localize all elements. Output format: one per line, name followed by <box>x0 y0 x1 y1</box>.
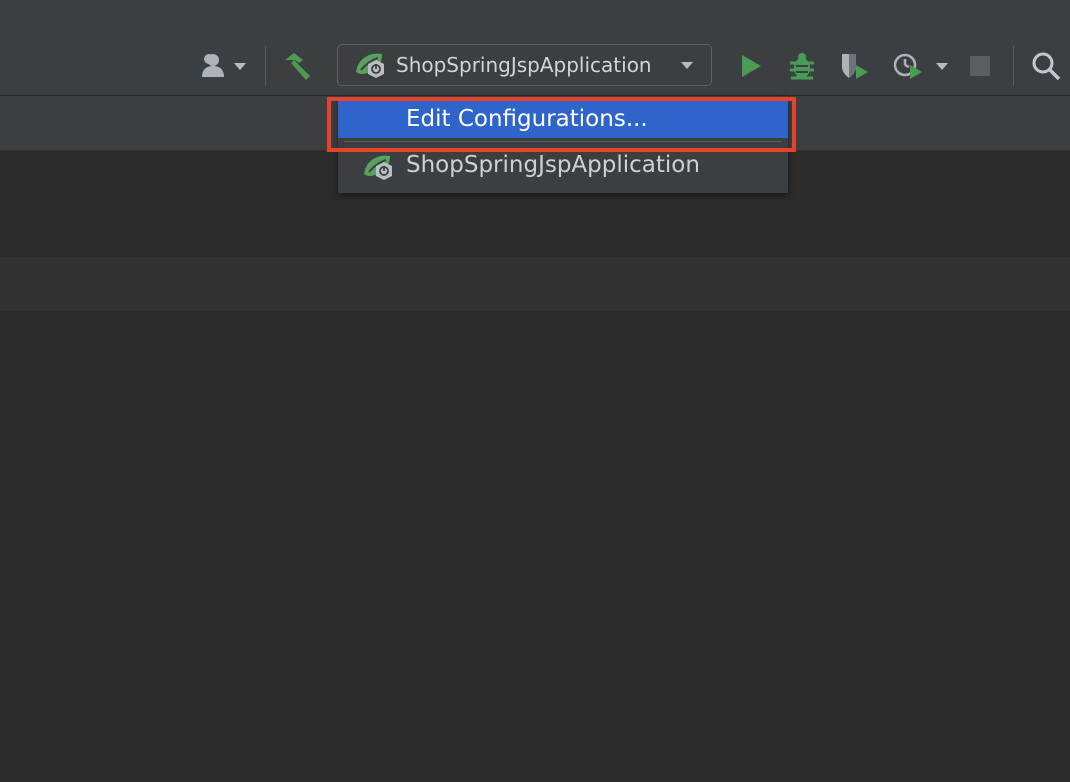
editor-area[interactable] <box>0 151 1070 782</box>
chevron-down-icon <box>936 62 948 70</box>
run-configuration-menu: Edit Configurations... ShopSpringJspAppl… <box>338 96 788 193</box>
user-account-button[interactable] <box>194 44 252 88</box>
run-configuration-selector[interactable]: ShopSpringJspApplication <box>337 44 712 86</box>
chevron-down-icon <box>681 62 693 69</box>
debug-button[interactable] <box>782 44 822 88</box>
current-line-highlight <box>0 257 1070 311</box>
menu-item-label: Edit Configurations... <box>406 106 648 132</box>
coverage-icon <box>842 54 868 79</box>
spring-boot-icon <box>356 53 384 78</box>
menu-item-shop-spring-jsp-application[interactable]: ShopSpringJspApplication <box>338 146 788 184</box>
search-everywhere-button[interactable] <box>1026 44 1066 88</box>
menu-divider <box>344 141 782 142</box>
chevron-down-icon <box>234 62 246 70</box>
search-icon <box>1032 52 1061 81</box>
hammer-icon <box>285 53 310 80</box>
run-configuration-label: ShopSpringJspApplication <box>396 53 652 77</box>
toolbar-separator <box>1013 46 1014 86</box>
build-button[interactable] <box>278 44 316 88</box>
user-icon <box>202 54 224 77</box>
stop-button[interactable] <box>962 44 998 88</box>
main-toolbar: ShopSpringJspApplication <box>0 0 1070 96</box>
spring-boot-icon <box>364 155 392 180</box>
profiler-icon <box>893 53 922 79</box>
profiler-button[interactable] <box>884 44 956 88</box>
debug-icon <box>790 53 814 80</box>
toolbar-separator <box>265 46 266 86</box>
window-edge-mark <box>0 2 3 16</box>
run-with-coverage-button[interactable] <box>834 44 874 88</box>
run-icon <box>742 55 761 77</box>
menu-item-edit-configurations[interactable]: Edit Configurations... <box>338 100 788 138</box>
run-button[interactable] <box>732 44 770 88</box>
stop-icon <box>970 56 990 76</box>
menu-item-label: ShopSpringJspApplication <box>406 152 700 178</box>
